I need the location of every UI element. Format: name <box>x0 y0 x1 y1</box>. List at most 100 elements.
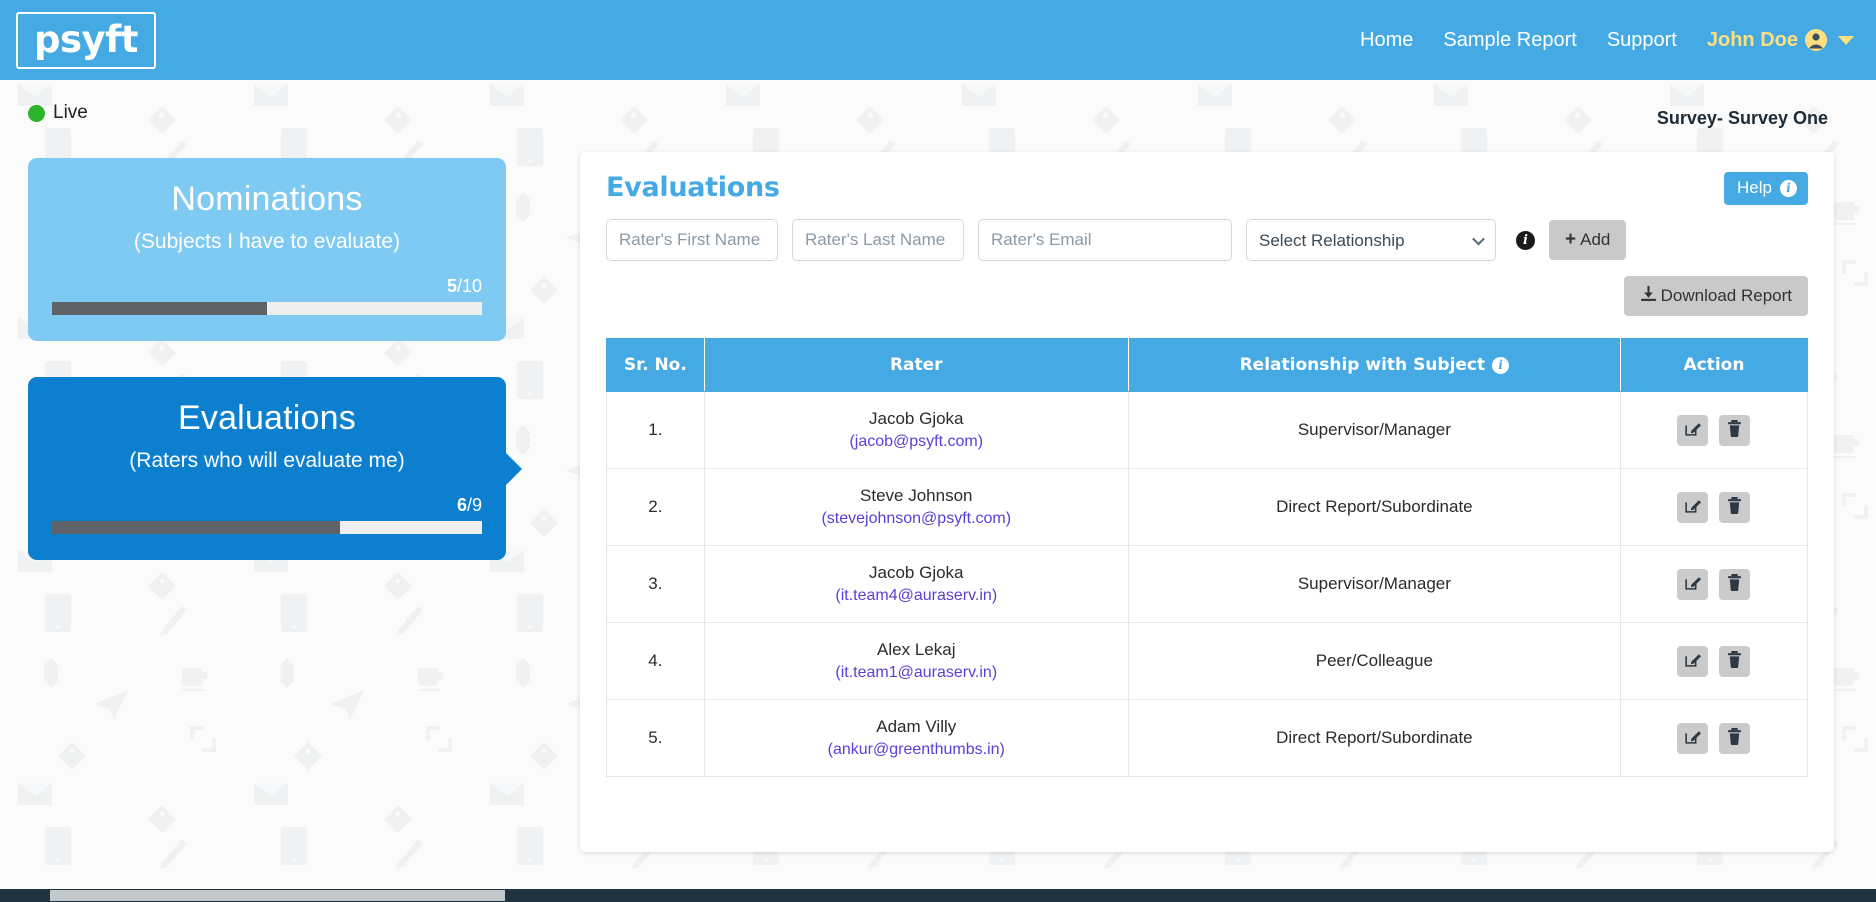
rater-email-input[interactable] <box>978 219 1232 261</box>
rater-email-link[interactable]: (stevejohnson@psyft.com) <box>713 510 1120 528</box>
raters-table-head: Sr. No. Rater Relationship with Subject … <box>606 338 1809 392</box>
delete-rater-button[interactable] <box>1719 414 1751 446</box>
cell-sr-no: 3. <box>606 545 705 623</box>
delete-rater-button[interactable] <box>1719 722 1751 754</box>
cell-rater: Alex Lekaj (it.team1@auraserv.in) <box>703 622 1129 700</box>
panel-header: Evaluations Help i <box>606 172 1808 205</box>
cell-sr-no: 4. <box>606 622 705 700</box>
user-menu-chevron-down-icon[interactable] <box>1838 35 1854 45</box>
download-report-button[interactable]: Download Report <box>1623 276 1808 316</box>
add-rater-form: Select RelationshipSupervisor/ManagerDir… <box>606 219 1808 261</box>
edit-icon <box>1684 497 1702 517</box>
row-action-group <box>1629 491 1799 523</box>
cell-rater: Jacob Gjoka (it.team4@auraserv.in) <box>703 545 1129 623</box>
cell-rater: Jacob Gjoka (jacob@psyft.com) <box>703 391 1129 469</box>
cell-action <box>1619 545 1809 623</box>
nominations-current-value: 5 <box>446 276 457 296</box>
evaluations-card-selected-arrow-icon <box>505 451 522 486</box>
cell-relationship: Direct Report/Subordinate <box>1127 699 1621 777</box>
cell-rater: Adam Villy (ankur@greenthumbs.in) <box>703 699 1129 777</box>
nav-link-home[interactable]: Home <box>1345 29 1428 52</box>
top-navbar: psyft Home Sample Report Support John Do… <box>0 0 1876 80</box>
nominations-progress-track <box>52 302 482 315</box>
rater-name: Adam Villy <box>876 717 957 736</box>
cell-rater: Steve Johnson (stevejohnson@psyft.com) <box>703 468 1129 546</box>
help-button[interactable]: Help i <box>1724 172 1808 205</box>
live-status-label: Live <box>53 102 88 123</box>
table-row: 1. Jacob Gjoka (jacob@psyft.com) Supervisor… <box>606 391 1809 469</box>
evaluations-card-subtitle: (Raters who will evaluate me) <box>129 449 405 472</box>
edit-rater-button[interactable] <box>1677 722 1709 754</box>
nav-link-support[interactable]: Support <box>1592 29 1692 52</box>
edit-icon <box>1684 651 1702 671</box>
rater-email-link[interactable]: (jacob@psyft.com) <box>713 433 1120 451</box>
download-report-row: Download Report <box>606 276 1808 316</box>
nominations-card[interactable]: Nominations (Subjects I have to evaluate… <box>28 158 506 341</box>
psyft-logo[interactable]: psyft <box>16 11 156 69</box>
column-header-sr-no: Sr. No. <box>606 338 705 392</box>
cell-sr-no: 5. <box>606 699 705 777</box>
nominations-card-title: Nominations <box>171 180 363 218</box>
main-content: Survey- Survey One Evaluations Help i Se… <box>580 80 1876 902</box>
row-action-group <box>1629 645 1799 677</box>
column-header-relationship: Relationship with Subject i <box>1127 338 1621 392</box>
trash-icon <box>1727 728 1742 748</box>
cell-sr-no: 1. <box>606 391 705 469</box>
navbar-right-group: Home Sample Report Support John Doe <box>1345 29 1854 52</box>
live-status-indicator: Live <box>28 102 580 124</box>
cell-sr-no: 2. <box>606 468 705 546</box>
trash-icon <box>1727 651 1742 671</box>
page-title: Evaluations <box>606 172 780 203</box>
page-body: Live Nominations (Subjects I have to eva… <box>0 80 1876 902</box>
horizontal-scrollbar[interactable] <box>0 889 1876 902</box>
rater-last-name-input[interactable] <box>792 219 964 261</box>
edit-icon <box>1684 420 1702 440</box>
relationship-column-info-icon[interactable]: i <box>1492 356 1510 374</box>
rater-email-link[interactable]: (it.team4@auraserv.in) <box>713 587 1120 605</box>
left-sidebar: Live Nominations (Subjects I have to eva… <box>0 80 580 902</box>
evaluations-total-value: 9 <box>471 495 482 515</box>
nav-link-sample-report[interactable]: Sample Report <box>1428 29 1591 52</box>
delete-rater-button[interactable] <box>1719 645 1751 677</box>
cell-action <box>1619 391 1809 469</box>
edit-icon <box>1684 574 1702 594</box>
evaluations-progress-count: 6/9 <box>52 495 482 516</box>
raters-table: Sr. No. Rater Relationship with Subject … <box>606 338 1809 777</box>
trash-icon <box>1727 574 1742 594</box>
add-rater-button[interactable]: + Add <box>1549 220 1627 260</box>
delete-rater-button[interactable] <box>1719 491 1751 523</box>
rater-email-link[interactable]: (ankur@greenthumbs.in) <box>713 741 1120 759</box>
column-header-action: Action <box>1619 338 1809 392</box>
nominations-progress-count: 5/10 <box>52 276 482 297</box>
row-action-group <box>1629 722 1799 754</box>
trash-icon <box>1727 497 1742 517</box>
table-header-row: Sr. No. Rater Relationship with Subject … <box>606 338 1809 392</box>
cell-relationship: Direct Report/Subordinate <box>1127 468 1621 546</box>
column-header-relationship-label: Relationship with Subject <box>1239 355 1486 375</box>
edit-rater-button[interactable] <box>1677 491 1709 523</box>
rater-first-name-input[interactable] <box>606 219 778 261</box>
table-row: 5. Adam Villy (ankur@greenthumbs.in) Direct… <box>606 699 1809 777</box>
evaluations-card[interactable]: Evaluations (Raters who will evaluate me… <box>28 377 522 560</box>
user-avatar-icon <box>1805 29 1827 51</box>
evaluations-card-title: Evaluations <box>178 399 356 437</box>
row-action-group <box>1629 414 1799 446</box>
edit-rater-button[interactable] <box>1677 414 1709 446</box>
column-header-rater: Rater <box>703 338 1129 392</box>
edit-rater-button[interactable] <box>1677 568 1709 600</box>
survey-name-label: Survey- Survey One <box>1656 108 1828 128</box>
user-menu[interactable]: John Doe <box>1692 29 1827 52</box>
row-action-group <box>1629 568 1799 600</box>
rater-email-link[interactable]: (it.team1@auraserv.in) <box>713 664 1120 682</box>
edit-rater-button[interactable] <box>1677 645 1709 677</box>
relationship-select[interactable]: Select RelationshipSupervisor/ManagerDir… <box>1246 219 1496 261</box>
download-icon <box>1640 285 1657 307</box>
evaluations-current-value: 6 <box>456 495 467 515</box>
relationship-info-icon[interactable]: i <box>1516 230 1535 250</box>
delete-rater-button[interactable] <box>1719 568 1751 600</box>
horizontal-scrollbar-thumb[interactable] <box>50 890 505 901</box>
cell-relationship: Supervisor/Manager <box>1127 545 1621 623</box>
cell-relationship: Supervisor/Manager <box>1127 391 1621 469</box>
edit-icon <box>1684 728 1702 748</box>
rater-name: Jacob Gjoka <box>869 563 964 582</box>
